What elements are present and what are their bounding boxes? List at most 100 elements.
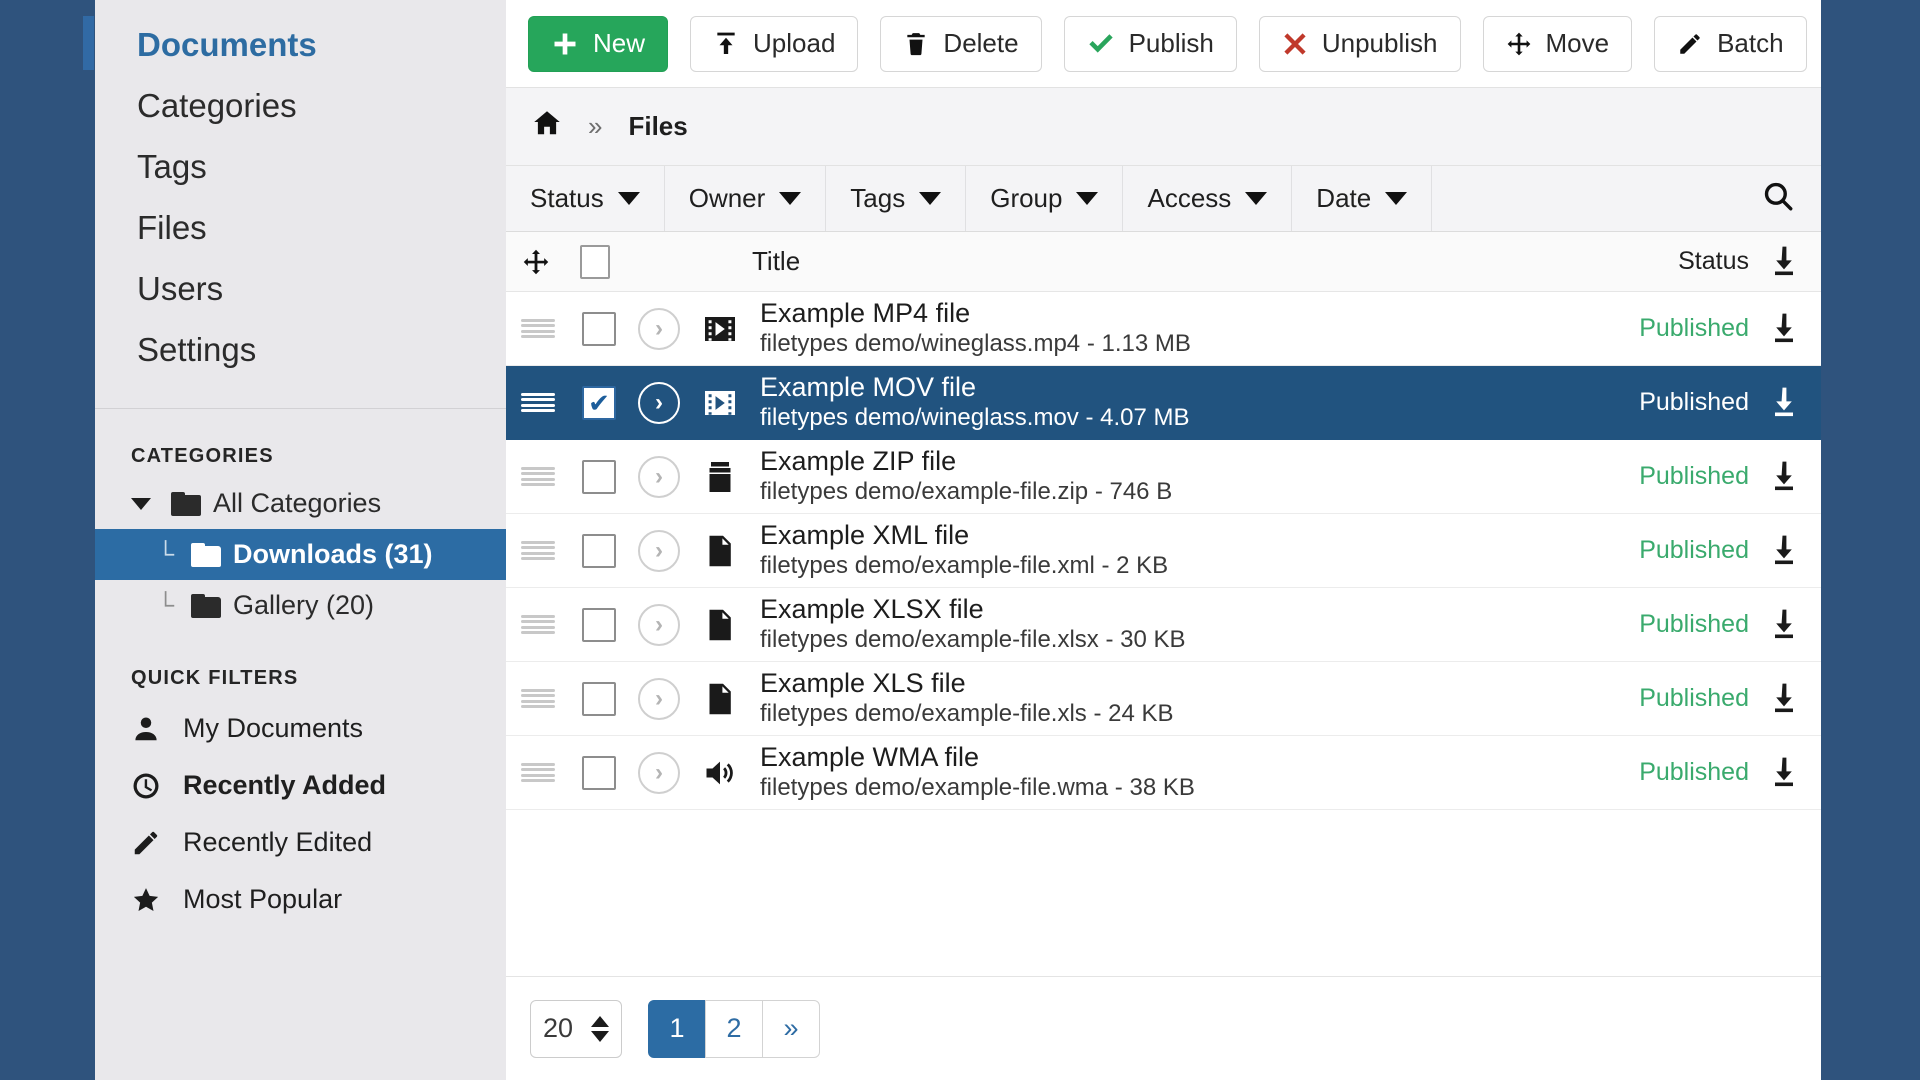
drag-handle-icon[interactable] <box>506 466 570 487</box>
page-size-select[interactable]: 20 <box>530 999 622 1058</box>
drag-handle-icon[interactable] <box>506 540 570 561</box>
filter-tab-group[interactable]: Group <box>966 166 1124 231</box>
expand-row-button[interactable]: › <box>628 603 690 646</box>
select-all-checkbox[interactable] <box>566 244 624 279</box>
upload-button[interactable]: Upload <box>690 15 859 72</box>
row-checkbox[interactable] <box>570 385 628 420</box>
status-badge: Published <box>1639 388 1749 416</box>
drag-handle-icon[interactable] <box>506 318 570 339</box>
download-icon[interactable] <box>1749 606 1821 644</box>
download-icon[interactable] <box>1749 310 1821 348</box>
download-icon[interactable] <box>1749 532 1821 570</box>
category-downloads[interactable]: └ Downloads (31) <box>95 529 506 580</box>
row-checkbox[interactable] <box>570 755 628 790</box>
move-button[interactable]: Move <box>1482 15 1633 72</box>
drag-handle-icon[interactable] <box>506 614 570 635</box>
drag-handle-icon[interactable] <box>506 392 570 413</box>
page-button-2[interactable]: 2 <box>705 999 763 1058</box>
quick-filter-recently-edited[interactable]: Recently Edited <box>95 814 506 871</box>
sidebar-item-label: Documents <box>137 26 317 63</box>
table-row[interactable]: › Example XLS file filetypes demo/example-… <box>506 662 1821 736</box>
home-icon[interactable] <box>532 108 562 145</box>
breadcrumb-current: Files <box>628 111 688 141</box>
sidebar-item-tags[interactable]: Tags <box>95 136 506 197</box>
table-row[interactable]: › Example WMA file filetypes demo/example-… <box>506 736 1821 810</box>
table-body: › Example MP4 file filetypes demo/wineglas… <box>506 292 1821 836</box>
table-row[interactable]: › Example MOV filefiletypes demo/wineglas… <box>506 366 1821 440</box>
row-checkbox[interactable] <box>570 311 628 346</box>
sidebar-item-files[interactable]: Files <box>95 197 506 258</box>
quick-filter-my-documents[interactable]: My Documents <box>95 700 506 757</box>
file-path: filetypes demo/example-file.xlsx - 30 KB <box>760 626 1186 654</box>
column-header-status[interactable]: Status <box>1549 247 1749 276</box>
download-icon <box>1749 243 1821 281</box>
column-header-title[interactable]: Title <box>624 246 1549 277</box>
page-button-next[interactable]: » <box>762 999 820 1058</box>
row-title-cell[interactable]: Example MOV file filetypes demo/wineglass… <box>750 372 1549 433</box>
row-title-cell[interactable]: Example WMA file filetypes demo/example-f… <box>750 742 1549 803</box>
table-row[interactable]: › Example MP4 file filetypes demo/wineglas… <box>506 292 1821 366</box>
download-icon[interactable] <box>1749 680 1821 718</box>
filter-tab-label: Access <box>1147 183 1232 213</box>
expand-row-button[interactable]: › <box>628 529 690 572</box>
quick-filter-most-popular[interactable]: Most Popular <box>95 871 506 928</box>
document-icon <box>690 532 750 570</box>
download-icon[interactable] <box>1749 384 1821 422</box>
category-label: All Categories <box>213 488 382 518</box>
quick-filter-label: Most Popular <box>183 884 343 914</box>
expand-row-button[interactable]: › <box>628 381 690 424</box>
table-row-partial[interactable] <box>506 810 1821 836</box>
expand-row-button[interactable]: › <box>628 751 690 794</box>
filter-tab-date[interactable]: Date <box>1292 166 1433 231</box>
filter-tab-status[interactable]: Status <box>506 166 665 231</box>
status-badge: Published <box>1639 684 1749 712</box>
quick-filter-recently-added[interactable]: Recently Added <box>95 757 506 814</box>
file-path: filetypes demo/wineglass.mov - 4.07 MB <box>760 404 1190 432</box>
star-icon <box>131 885 161 915</box>
row-title-cell[interactable]: Example XLSX file filetypes demo/example-… <box>750 594 1549 655</box>
download-icon[interactable] <box>1749 458 1821 496</box>
stepper-arrows-icon[interactable] <box>591 1015 609 1042</box>
new-button[interactable]: New <box>528 15 669 72</box>
page-button-1[interactable]: 1 <box>648 999 706 1058</box>
batch-button[interactable]: Batch <box>1654 15 1807 72</box>
sidebar-item-label: Users <box>137 270 224 307</box>
table-row[interactable]: › Example XLSX file filetypes demo/example… <box>506 588 1821 662</box>
search-button[interactable] <box>1735 166 1821 231</box>
tree-elbow-icon: └ <box>157 591 175 619</box>
expand-row-button[interactable]: › <box>628 307 690 350</box>
sidebar-item-settings[interactable]: Settings <box>95 319 506 380</box>
download-icon[interactable] <box>1749 754 1821 792</box>
filter-tab-tags[interactable]: Tags <box>826 166 967 231</box>
row-title-cell[interactable]: Example XLS file filetypes demo/example-f… <box>750 668 1549 729</box>
file-title: Example MOV file <box>760 371 977 402</box>
table-row[interactable]: › Example ZIP file filetypes demo/example-… <box>506 440 1821 514</box>
drag-handle-icon[interactable] <box>506 688 570 709</box>
publish-button[interactable]: Publish <box>1063 15 1237 72</box>
row-title-cell[interactable]: Example ZIP file filetypes demo/example-f… <box>750 446 1549 507</box>
expand-row-button[interactable]: › <box>628 455 690 498</box>
drag-handle-icon[interactable] <box>506 762 570 783</box>
unpublish-button[interactable]: Unpublish <box>1258 15 1461 72</box>
file-path: filetypes demo/example-file.wma - 38 KB <box>760 774 1195 802</box>
row-checkbox[interactable] <box>570 533 628 568</box>
category-all-categories[interactable]: All Categories <box>95 478 506 529</box>
sidebar-item-documents[interactable]: Documents <box>83 14 506 75</box>
filter-tab-access[interactable]: Access <box>1123 166 1293 231</box>
quick-filter-label: Recently Edited <box>183 827 373 857</box>
category-gallery[interactable]: └ Gallery (20) <box>95 580 506 631</box>
sidebar-item-users[interactable]: Users <box>95 258 506 319</box>
chevron-down-icon <box>1385 192 1408 205</box>
filter-tab-owner[interactable]: Owner <box>665 166 827 231</box>
row-title-cell[interactable]: Example XML file filetypes demo/example-f… <box>750 520 1549 581</box>
expand-row-button[interactable]: › <box>628 677 690 720</box>
row-title-cell[interactable]: Example MP4 file filetypes demo/wineglass… <box>750 298 1549 359</box>
table-row[interactable]: › Example XML file filetypes demo/example-… <box>506 514 1821 588</box>
upload-icon <box>713 31 739 57</box>
sidebar-item-categories[interactable]: Categories <box>95 75 506 136</box>
row-checkbox[interactable] <box>570 459 628 494</box>
row-checkbox[interactable] <box>570 681 628 716</box>
delete-button[interactable]: Delete <box>880 15 1042 72</box>
row-checkbox[interactable] <box>570 607 628 642</box>
chevron-down-icon[interactable] <box>131 497 151 510</box>
